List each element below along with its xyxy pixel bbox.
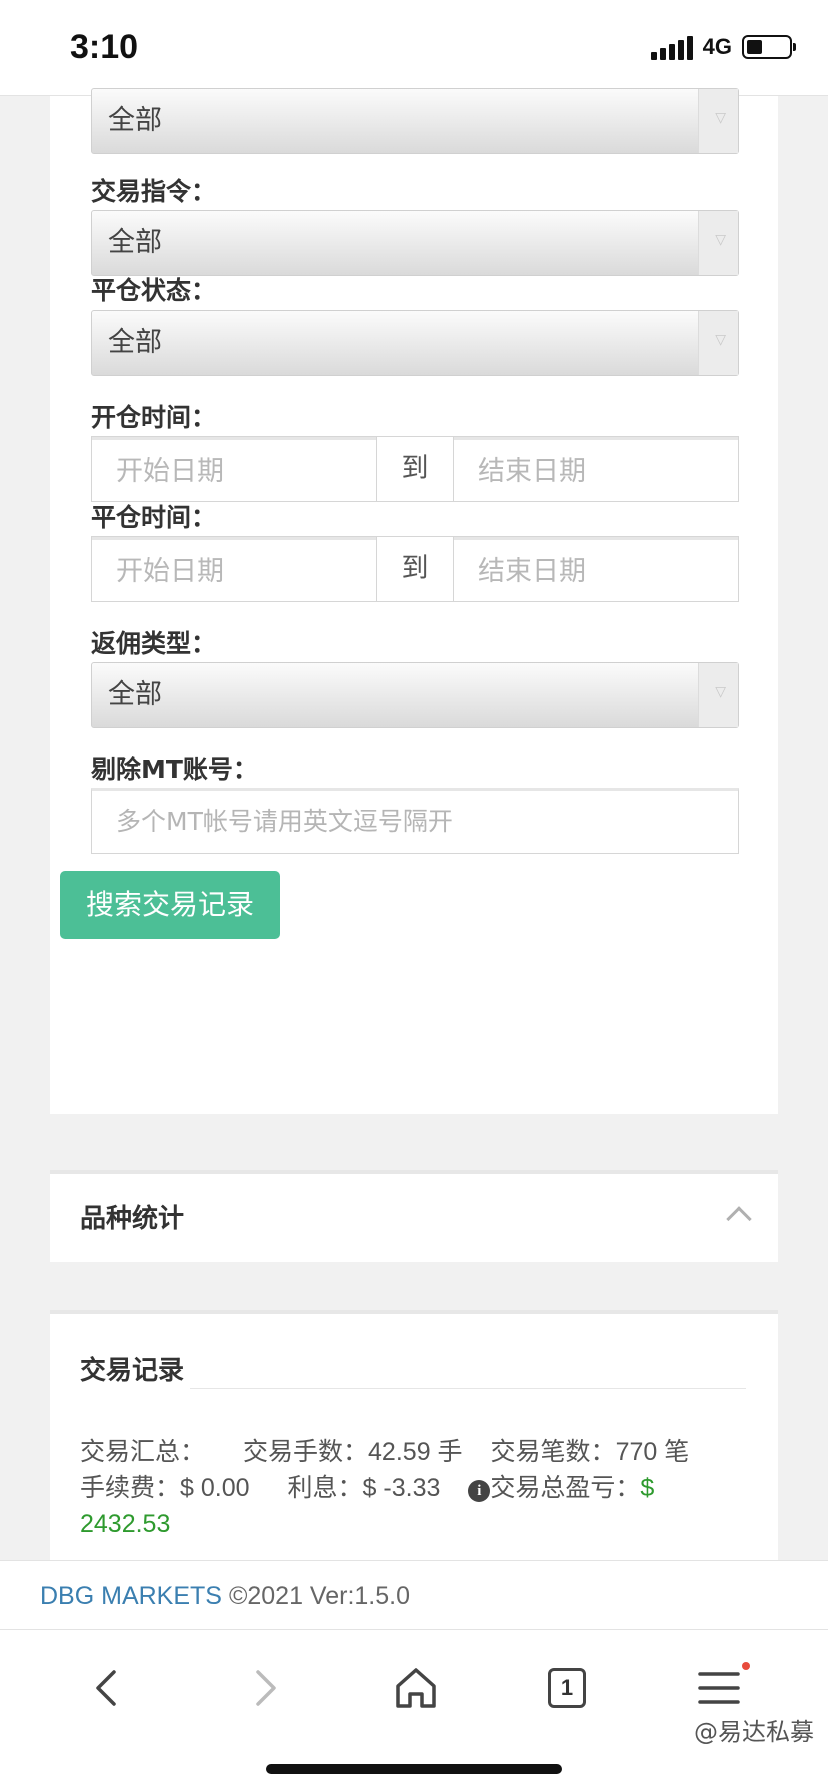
select-value: 全部 xyxy=(108,227,162,258)
signal-icon xyxy=(650,34,693,60)
fee-label: 手续费： xyxy=(80,1474,181,1502)
chevron-down-icon: ▽ xyxy=(715,232,726,248)
lots-label: 交易手数： xyxy=(243,1438,369,1466)
forward-button[interactable] xyxy=(234,1658,294,1718)
home-icon xyxy=(396,1668,436,1708)
chevron-up-icon[interactable] xyxy=(726,1206,752,1232)
filter-form: 全部 ▽ 交易指令： 全部 ▽ 平仓状态： 全部 ▽ 开仓时间： 开始日期 到 … xyxy=(50,88,778,1114)
status-indicators: 4G xyxy=(650,34,796,60)
count-label: 交易笔数： xyxy=(490,1438,616,1466)
select-arrow: ▽ xyxy=(698,663,738,727)
exclude-mt-label: 剔除MT账号： xyxy=(91,755,258,784)
stats-title: 品种统计 xyxy=(80,1204,185,1234)
rebate-type-select[interactable]: 全部 ▽ xyxy=(91,662,739,728)
network-type: 4G xyxy=(702,34,732,59)
battery-icon xyxy=(742,35,796,59)
trade-command-label: 交易指令： xyxy=(91,177,217,206)
trade-records-panel: 交易记录 交易汇总： 交易手数：42.59 手交易笔数：770 笔 手续费：$ 0… xyxy=(50,1310,778,1560)
close-end-date-input[interactable]: 结束日期 xyxy=(454,537,738,601)
select-arrow: ▽ xyxy=(698,211,738,275)
pnl-label: 交易总盈亏： xyxy=(490,1474,641,1502)
select-value: 全部 xyxy=(108,105,162,136)
copyright-text: ©2021 Ver:1.5.0 xyxy=(228,1582,410,1610)
records-title: 交易记录 xyxy=(80,1356,185,1386)
range-separator: 到 xyxy=(376,537,454,601)
watermark-text: @易达私募 xyxy=(694,1718,814,1746)
select-arrow: ▽ xyxy=(698,89,738,153)
menu-button[interactable] xyxy=(690,1658,750,1718)
page-footer: DBG MARKETS ©2021 Ver:1.5.0 xyxy=(0,1560,828,1630)
range-separator: 到 xyxy=(376,437,454,501)
title-divider xyxy=(190,1388,746,1389)
filter-select-first[interactable]: 全部 ▽ xyxy=(91,88,739,154)
symbol-stats-panel[interactable]: 品种统计 xyxy=(50,1170,778,1262)
status-time: 3:10 xyxy=(70,28,139,66)
tabs-button[interactable]: 1 xyxy=(536,1658,596,1718)
close-time-range: 开始日期 到 结束日期 xyxy=(91,536,739,602)
trade-summary: 交易汇总： 交易手数：42.59 手交易笔数：770 笔 手续费：$ 0.00 利息… xyxy=(80,1434,740,1542)
chevron-right-icon xyxy=(256,1670,276,1706)
interest-label: 利息： xyxy=(287,1474,363,1502)
interest-value: $ -3.33 xyxy=(362,1474,441,1502)
search-records-button[interactable]: 搜索交易记录 xyxy=(60,871,280,939)
fee-value: $ 0.00 xyxy=(180,1474,250,1502)
home-button[interactable] xyxy=(386,1658,446,1718)
brand-link[interactable]: DBG MARKETS xyxy=(40,1582,222,1610)
home-indicator[interactable] xyxy=(266,1764,562,1774)
close-start-date-input[interactable]: 开始日期 xyxy=(92,537,376,601)
summary-label: 交易汇总： xyxy=(80,1438,206,1466)
lots-value: 42.59 手 xyxy=(368,1438,463,1466)
close-time-label: 平仓时间： xyxy=(91,503,217,532)
select-value: 全部 xyxy=(108,679,162,710)
trade-command-select[interactable]: 全部 ▽ xyxy=(91,210,739,276)
open-start-date-input[interactable]: 开始日期 xyxy=(92,437,376,501)
notification-dot xyxy=(742,1662,750,1670)
count-value: 770 笔 xyxy=(615,1438,690,1466)
chevron-down-icon: ▽ xyxy=(715,110,726,126)
chevron-down-icon: ▽ xyxy=(715,684,726,700)
back-button[interactable] xyxy=(78,1658,138,1718)
status-bar: 3:10 4G xyxy=(0,0,828,96)
rebate-type-label: 返佣类型： xyxy=(91,629,217,658)
select-value: 全部 xyxy=(108,327,162,358)
close-status-label: 平仓状态： xyxy=(91,276,217,305)
open-end-date-input[interactable]: 结束日期 xyxy=(454,437,738,501)
hamburger-menu-icon xyxy=(698,1672,740,1704)
chevron-left-icon xyxy=(96,1670,116,1706)
exclude-mt-input[interactable]: 多个MT帐号请用英文逗号隔开 xyxy=(91,788,739,854)
close-status-select[interactable]: 全部 ▽ xyxy=(91,310,739,376)
open-time-label: 开仓时间： xyxy=(91,403,217,432)
tab-count: 1 xyxy=(548,1668,586,1708)
open-time-range: 开始日期 到 结束日期 xyxy=(91,436,739,502)
info-icon[interactable]: i xyxy=(468,1480,491,1502)
select-arrow: ▽ xyxy=(698,311,738,375)
chevron-down-icon: ▽ xyxy=(715,332,726,348)
